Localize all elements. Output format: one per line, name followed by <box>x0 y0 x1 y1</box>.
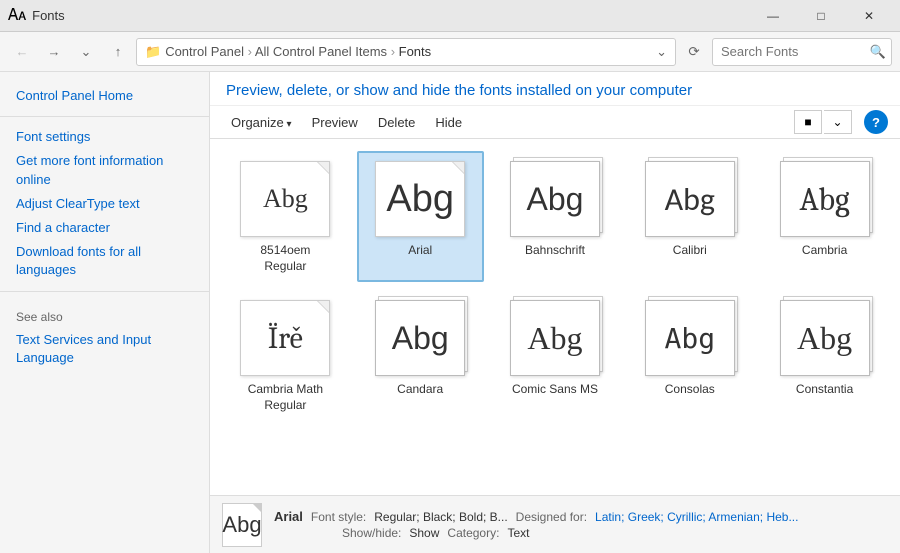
status-font-style-label: Font style: <box>311 510 366 524</box>
font-item-calibri[interactable]: Abg Calibri <box>626 151 753 282</box>
view-button[interactable]: ■ <box>794 110 822 134</box>
search-wrapper: 🔍 <box>712 38 892 66</box>
status-row-1: Arial Font style: Regular; Black; Bold; … <box>274 509 798 524</box>
view-dropdown-button[interactable]: ⌄ <box>824 110 852 134</box>
sidebar-item-font-settings[interactable]: Font settings <box>0 125 209 149</box>
sidebar-item-find-character[interactable]: Find a character <box>0 216 209 240</box>
font-name-calibri: Calibri <box>673 243 707 259</box>
font-preview-constantia: Abg <box>797 320 852 357</box>
font-item-comic-sans[interactable]: Abg Comic Sans MS <box>492 290 619 421</box>
font-icon-bahnschrift: Abg <box>505 159 605 239</box>
sidebar-item-adjust-cleartype[interactable]: Adjust ClearType text <box>0 192 209 216</box>
status-font-style-value: Regular; Black; Bold; B... <box>374 510 507 524</box>
font-name-arial: Arial <box>408 243 432 259</box>
status-info: Arial Font style: Regular; Black; Bold; … <box>274 509 798 540</box>
font-item-cambria[interactable]: Abg Cambria <box>761 151 888 282</box>
font-icon-arial: Abg <box>370 159 470 239</box>
font-name-cambria-math: Cambria MathRegular <box>248 382 323 413</box>
hide-button[interactable]: Hide <box>426 111 471 134</box>
status-showhide-label: Show/hide: <box>342 526 401 540</box>
sidebar: Control Panel Home Font settings Get mor… <box>0 72 210 553</box>
font-icon-8514oem: Abg <box>235 159 335 239</box>
status-bar: Abg Arial Font style: Regular; Black; Bo… <box>210 495 900 553</box>
font-preview-cambria: Abg <box>799 181 849 218</box>
status-designed-for-label: Designed for: <box>516 510 587 524</box>
minimize-button[interactable]: — <box>750 0 796 32</box>
titlebar-title: Fonts <box>32 8 750 23</box>
recent-locations-button[interactable]: ⌄ <box>72 38 100 66</box>
font-icon-consolas: Abg <box>640 298 740 378</box>
back-button[interactable]: ← <box>8 38 36 66</box>
font-icon-cambria: Abg <box>775 159 875 239</box>
font-preview-calibri: Abg <box>665 180 715 219</box>
font-item-arial[interactable]: Abg Arial <box>357 151 484 282</box>
close-button[interactable]: ✕ <box>846 0 892 32</box>
status-showhide-value: Show <box>409 526 439 540</box>
status-category-value: Text <box>507 526 529 540</box>
font-preview-candara: Abg <box>392 320 449 357</box>
font-name-cambria: Cambria <box>802 243 847 259</box>
refresh-button[interactable]: ⟳ <box>680 38 708 66</box>
delete-button[interactable]: Delete <box>369 111 425 134</box>
status-designed-for-value: Latin; Greek; Cyrillic; Armenian; Heb... <box>595 510 798 524</box>
font-name-comic-sans: Comic Sans MS <box>512 382 598 398</box>
status-font-name: Arial <box>274 509 303 524</box>
font-icon-cambria-math: Ïrě <box>235 298 335 378</box>
breadcrumb-folder-icon: 📁 <box>145 44 161 60</box>
organize-button[interactable]: Organize <box>222 111 301 134</box>
breadcrumb-dropdown-icon[interactable]: ⌄ <box>656 44 667 60</box>
font-item-8514oem[interactable]: Abg 8514oemRegular <box>222 151 349 282</box>
font-preview-comic-sans: Abg <box>527 320 582 357</box>
font-preview-cambria-math: Ïrě <box>268 321 303 356</box>
preview-button[interactable]: Preview <box>303 111 367 134</box>
status-preview-text: Abg <box>222 512 261 538</box>
font-icon-constantia: Abg <box>775 298 875 378</box>
view-controls: ■ ⌄ <box>794 110 852 134</box>
help-button[interactable]: ? <box>864 110 888 134</box>
font-grid-container: Abg 8514oemRegular Abg Arial <box>210 139 900 495</box>
font-name-candara: Candara <box>397 382 443 398</box>
titlebar: 🗛 Fonts — □ ✕ <box>0 0 900 32</box>
font-preview-8514oem: Abg <box>263 184 308 214</box>
content-area: Preview, delete, or show and hide the fo… <box>210 72 900 553</box>
sidebar-item-text-services[interactable]: Text Services and Input Language <box>0 328 209 370</box>
toolbar: Organize Preview Delete Hide ■ ⌄ ? <box>210 106 900 139</box>
titlebar-icon: 🗛 <box>8 7 26 25</box>
see-also-title: See also <box>0 300 209 328</box>
status-font-icon: Abg <box>222 503 262 547</box>
status-row-2: Show/hide: Show Category: Text <box>274 526 798 540</box>
addressbar: ← → ⌄ ↑ 📁 Control Panel › All Control Pa… <box>0 32 900 72</box>
font-item-candara[interactable]: Abg Candara <box>357 290 484 421</box>
maximize-button[interactable]: □ <box>798 0 844 32</box>
up-button[interactable]: ↑ <box>104 38 132 66</box>
font-preview-consolas: Abg <box>664 322 715 355</box>
font-grid: Abg 8514oemRegular Abg Arial <box>222 151 888 421</box>
font-name-8514oem: 8514oemRegular <box>260 243 310 274</box>
main-layout: Control Panel Home Font settings Get mor… <box>0 72 900 553</box>
sidebar-item-download-fonts[interactable]: Download fonts for all languages <box>0 240 209 282</box>
font-item-cambria-math[interactable]: Ïrě Cambria MathRegular <box>222 290 349 421</box>
breadcrumb[interactable]: 📁 Control Panel › All Control Panel Item… <box>136 38 676 66</box>
font-preview-bahnschrift: Abg <box>527 181 584 218</box>
font-item-consolas[interactable]: Abg Consolas <box>626 290 753 421</box>
font-preview-arial: Abg <box>386 178 454 221</box>
font-item-constantia[interactable]: Abg Constantia <box>761 290 888 421</box>
font-icon-comic-sans: Abg <box>505 298 605 378</box>
content-header: Preview, delete, or show and hide the fo… <box>210 72 900 106</box>
font-icon-candara: Abg <box>370 298 470 378</box>
font-name-constantia: Constantia <box>796 382 853 398</box>
search-input[interactable] <box>712 38 892 66</box>
font-item-bahnschrift[interactable]: Abg Bahnschrift <box>492 151 619 282</box>
font-name-consolas: Consolas <box>665 382 715 398</box>
breadcrumb-text: Control Panel › All Control Panel Items … <box>165 44 431 59</box>
sidebar-item-control-panel-home[interactable]: Control Panel Home <box>0 84 209 108</box>
titlebar-controls: — □ ✕ <box>750 0 892 32</box>
sidebar-item-get-more-font-info[interactable]: Get more font information online <box>0 149 209 191</box>
status-category-label: Category: <box>447 526 499 540</box>
forward-button[interactable]: → <box>40 38 68 66</box>
font-icon-calibri: Abg <box>640 159 740 239</box>
font-name-bahnschrift: Bahnschrift <box>525 243 585 259</box>
